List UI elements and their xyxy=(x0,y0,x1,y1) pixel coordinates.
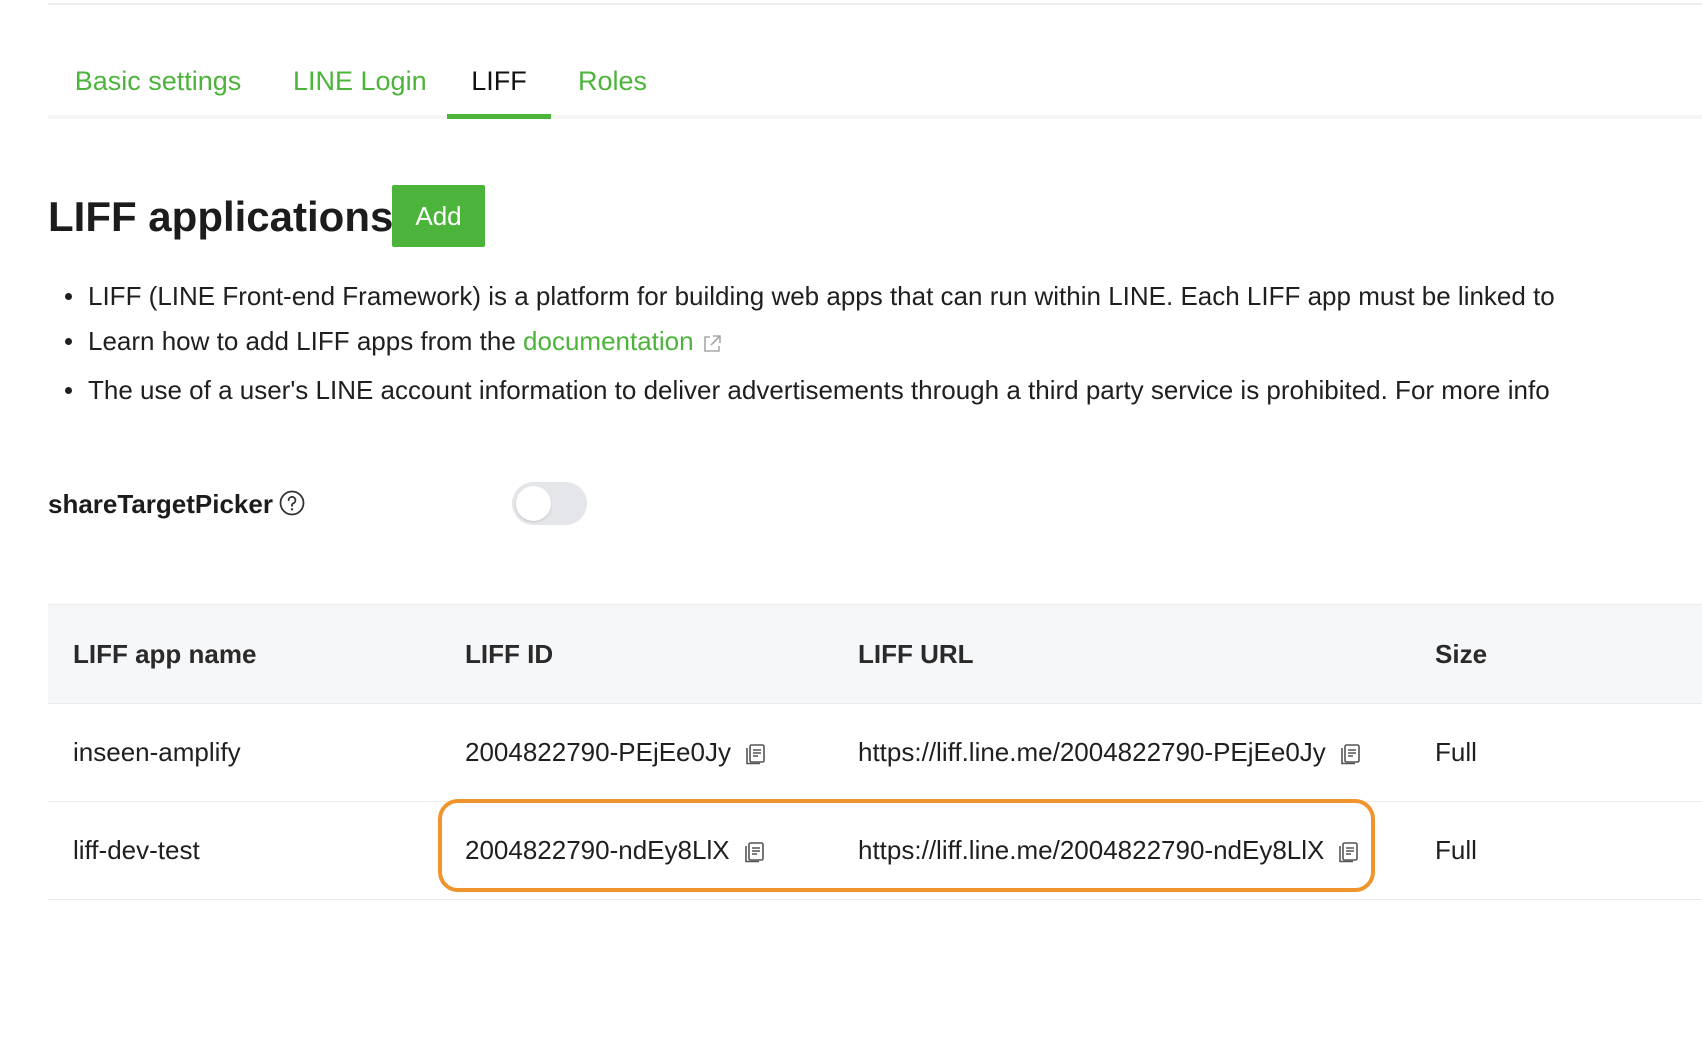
liff-url-text: https://liff.line.me/2004822790-ndEy8LlX xyxy=(858,835,1325,865)
size-cell: Full xyxy=(1435,737,1477,767)
liff-id-cell: 2004822790-ndEy8LlX xyxy=(465,802,768,899)
header-size: Size xyxy=(1435,638,1488,669)
tab-liff[interactable]: LIFF xyxy=(447,52,551,119)
add-button[interactable]: Add xyxy=(392,185,485,247)
tab-line-login[interactable]: LINE Login xyxy=(293,52,427,119)
list-item: Learn how to add LIFF apps from the docu… xyxy=(60,319,1702,368)
liff-url-cell: https://liff.line.me/2004822790-PEjEe0Jy xyxy=(858,704,1364,801)
liff-url-text: https://liff.line.me/2004822790-PEjEe0Jy xyxy=(858,737,1326,767)
liff-id-cell: 2004822790-PEjEe0Jy xyxy=(465,704,769,801)
tab-bar: Basic settings LINE Login LIFF Roles xyxy=(48,52,1702,119)
list-item: LIFF (LINE Front-end Framework) is a pla… xyxy=(60,274,1702,319)
share-target-picker-label: shareTargetPicker xyxy=(48,489,273,519)
app-name-cell[interactable]: inseen-amplify xyxy=(73,704,241,801)
table-header: LIFF app name LIFF ID LIFF URL Size xyxy=(48,604,1702,703)
header-liff-app-name: LIFF app name xyxy=(73,638,257,669)
copy-icon[interactable] xyxy=(742,838,768,864)
share-target-picker-toggle[interactable] xyxy=(512,482,587,525)
table-row[interactable]: liff-dev-test 2004822790-ndEy8LlX https:… xyxy=(48,802,1702,900)
header-liff-id: LIFF ID xyxy=(465,638,554,669)
info-list: LIFF (LINE Front-end Framework) is a pla… xyxy=(60,274,1702,413)
copy-icon[interactable] xyxy=(743,740,769,766)
copy-icon[interactable] xyxy=(1336,838,1362,864)
table-row[interactable]: inseen-amplify 2004822790-PEjEe0Jy https… xyxy=(48,703,1702,802)
liff-id-text: 2004822790-PEjEe0Jy xyxy=(465,737,731,767)
liff-url-cell: https://liff.line.me/2004822790-ndEy8LlX xyxy=(858,802,1362,899)
toggle-knob xyxy=(516,486,551,521)
tab-roles[interactable]: Roles xyxy=(578,52,647,119)
app-name-cell[interactable]: liff-dev-test xyxy=(73,802,200,899)
help-icon[interactable] xyxy=(279,490,305,516)
page-title: LIFF applications xyxy=(48,193,394,240)
liff-apps-table: LIFF app name LIFF ID LIFF URL Size inse… xyxy=(48,604,1702,900)
copy-icon[interactable] xyxy=(1338,740,1364,766)
list-item: The use of a user's LINE account informa… xyxy=(60,368,1702,413)
tab-basic-settings[interactable]: Basic settings xyxy=(74,52,242,119)
note-text: Learn how to add LIFF apps from the xyxy=(88,326,524,356)
header-liff-url: LIFF URL xyxy=(858,638,974,669)
liff-id-text: 2004822790-ndEy8LlX xyxy=(465,835,730,865)
external-link-icon[interactable] xyxy=(702,323,722,368)
top-divider xyxy=(48,3,1702,5)
note-text: The use of a user's LINE account informa… xyxy=(88,375,1550,405)
size-cell: Full xyxy=(1435,835,1477,865)
documentation-link[interactable]: documentation xyxy=(523,326,694,356)
note-text: LIFF (LINE Front-end Framework) is a pla… xyxy=(88,281,1555,311)
